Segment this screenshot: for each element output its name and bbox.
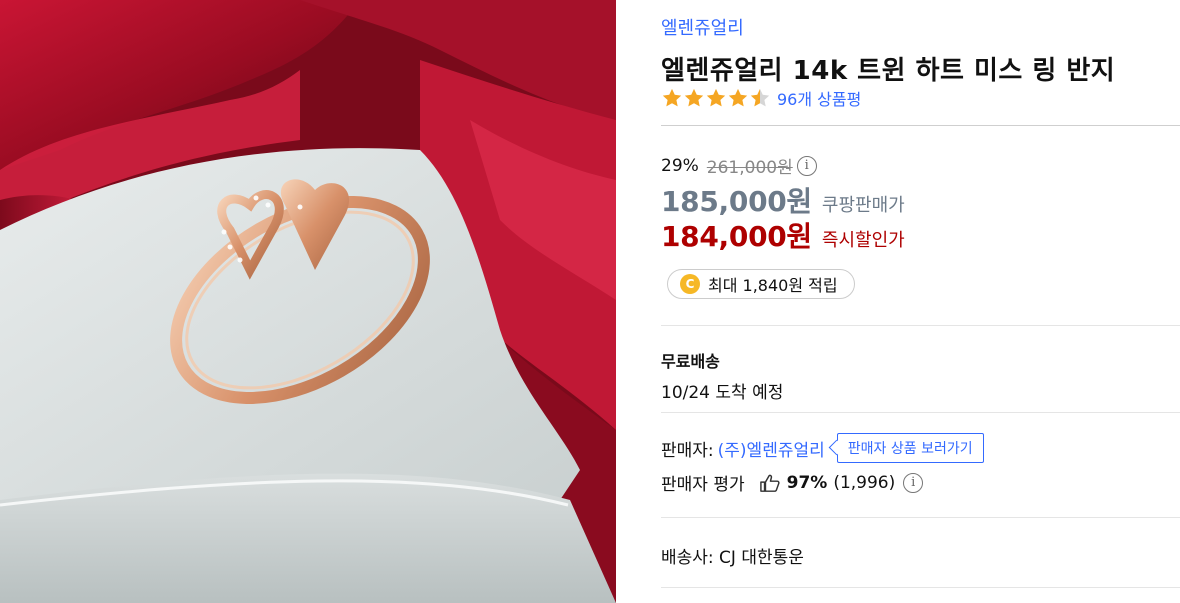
seller-name-link[interactable]: (주)엘렌쥬얼리: [718, 436, 825, 461]
product-title: 엘렌쥬얼리 14k 트윈 하트 미스 링 반지: [661, 56, 1116, 86]
seller-rating-percent: 97%: [786, 472, 828, 493]
seller-rating-count: (1,996): [833, 472, 896, 493]
star-icon: [684, 88, 704, 107]
carrier-info: 배송사: CJ 대한통운: [661, 548, 804, 568]
shipping-title: 무료배송: [661, 352, 720, 371]
divider: [661, 517, 1180, 518]
divider: [661, 125, 1180, 126]
star-icon: [706, 88, 726, 107]
half-star-icon: [750, 88, 770, 107]
coupang-price: 185,000원: [661, 185, 812, 218]
seller-products-button[interactable]: 판매자 상품 보러가기: [836, 433, 984, 463]
seller-rating-row: 판매자 평가 97% (1,996) i: [661, 470, 924, 495]
seller-row: 판매자: (주)엘렌쥬얼리 판매자 상품 보러가기: [661, 433, 984, 463]
divider: [661, 325, 1180, 326]
seller-rating-label: 판매자 평가: [661, 475, 745, 495]
star-icon: [662, 88, 682, 107]
reward-text: 최대 1,840원 적립: [708, 276, 838, 295]
reward-badge: C 최대 1,840원 적립: [667, 269, 855, 299]
review-count-link[interactable]: 96개 상품평: [777, 86, 861, 110]
divider: [661, 587, 1180, 588]
product-info-panel: 엘렌쥬얼리 엘렌쥬얼리 14k 트윈 하트 미스 링 반지 96개 상품평 29…: [661, 0, 1180, 603]
thumbs-up-icon: [759, 474, 780, 492]
seller-label: 판매자:: [661, 440, 714, 461]
info-icon[interactable]: i: [903, 472, 924, 493]
instant-discount-label: 즉시할인가: [821, 230, 905, 251]
star-rating: [661, 87, 771, 109]
brand-link[interactable]: 엘렌쥬얼리: [661, 14, 744, 40]
arrival-date: 10/24 도착 예정: [661, 383, 784, 403]
original-price: 261,000원: [706, 158, 793, 178]
divider: [661, 412, 1180, 413]
coin-icon: C: [680, 274, 700, 294]
product-image: [0, 0, 616, 603]
coupang-price-label: 쿠팡판매가: [821, 195, 905, 216]
star-icon: [728, 88, 748, 107]
discount-row: 29% 261,000원 i: [661, 153, 817, 178]
coupang-price-row: 185,000원 쿠팡판매가: [661, 180, 905, 220]
info-icon[interactable]: i: [796, 155, 817, 176]
instant-price-row: 184,000원 즉시할인가: [661, 215, 905, 255]
instant-discount-price: 184,000원: [661, 220, 812, 253]
discount-rate: 29%: [661, 155, 699, 176]
product-rating[interactable]: 96개 상품평: [661, 86, 861, 110]
